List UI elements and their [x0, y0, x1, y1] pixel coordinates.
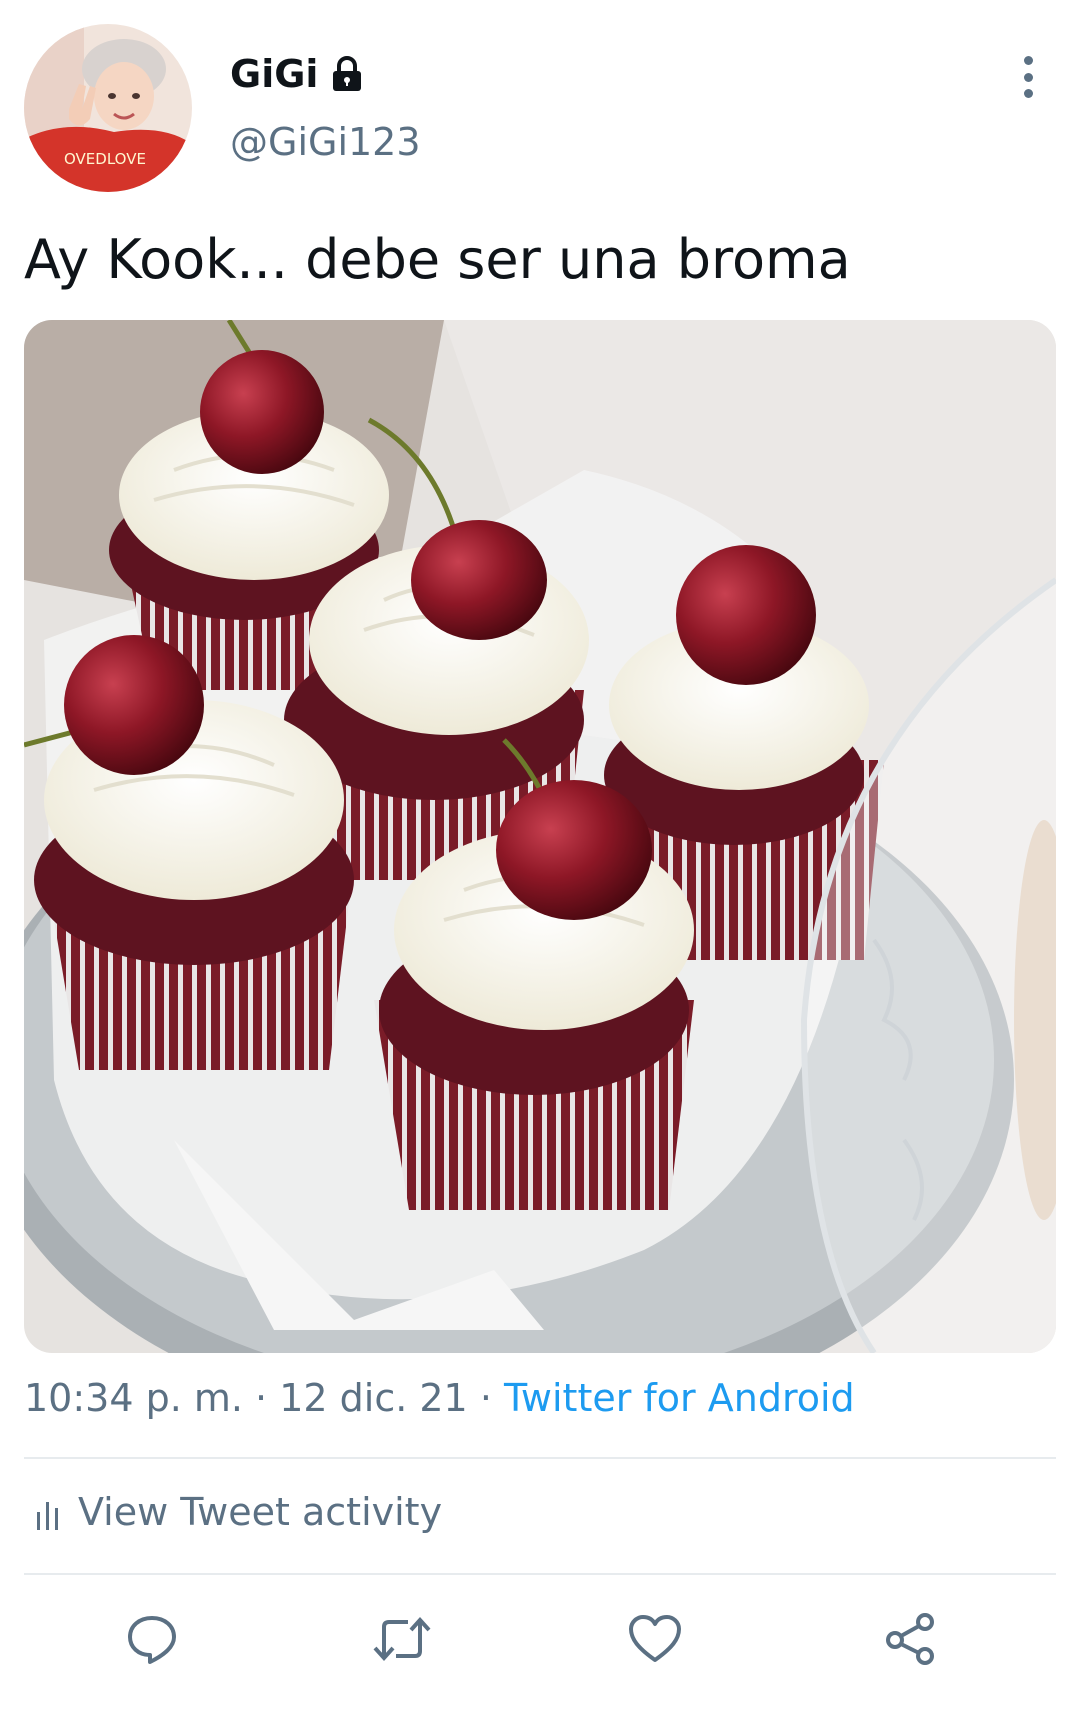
tweet-source-link[interactable]: Twitter for Android [504, 1376, 855, 1420]
meta-separator: · [242, 1376, 280, 1420]
view-tweet-activity-label: View Tweet activity [78, 1490, 443, 1534]
share-icon[interactable] [880, 1609, 940, 1669]
reply-icon[interactable] [122, 1609, 182, 1669]
lock-icon [330, 55, 364, 93]
user-display-name[interactable]: GiGi [230, 52, 364, 96]
tweet-text: Ay Kook... debe ser una broma [24, 228, 851, 291]
retweet-icon[interactable] [372, 1609, 432, 1669]
user-handle[interactable]: @GiGi123 [230, 120, 421, 164]
divider [24, 1573, 1056, 1575]
divider [24, 1457, 1056, 1459]
bar-chart-icon [36, 1495, 60, 1530]
more-options-icon[interactable] [1008, 52, 1048, 102]
avatar-shirt-text: OVEDLOVE [64, 150, 146, 168]
tweet-date: 12 dic. 21 [279, 1376, 468, 1420]
meta-separator-2: · [467, 1376, 504, 1420]
tweet-time: 10:34 p. m. [24, 1376, 243, 1420]
avatar[interactable]: OVEDLOVE [24, 24, 192, 192]
view-tweet-activity-button[interactable]: View Tweet activity [36, 1490, 442, 1534]
tweet-image[interactable] [24, 320, 1056, 1353]
heart-icon[interactable] [625, 1609, 685, 1669]
tweet-action-bar [0, 1605, 1080, 1685]
tweet-meta: 10:34 p. m. · 12 dic. 21 · Twitter for A… [24, 1376, 855, 1420]
display-name-text: GiGi [230, 52, 319, 96]
